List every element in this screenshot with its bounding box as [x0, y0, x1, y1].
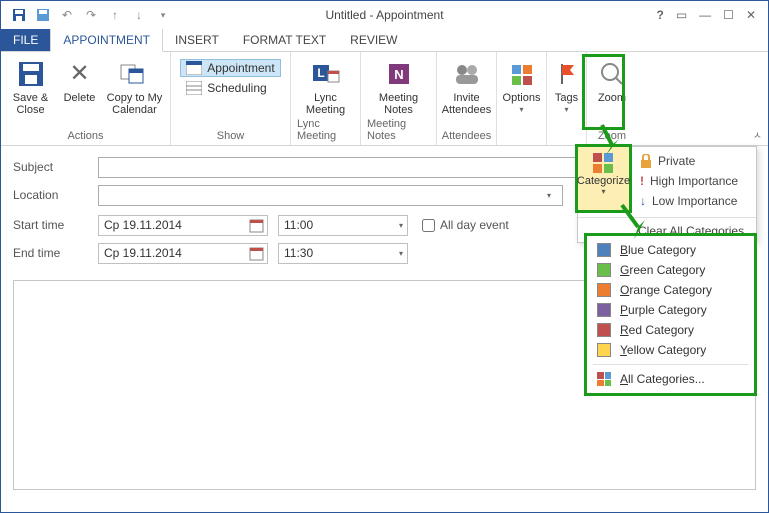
- group-lync: L Lync Meeting Lync Meeting: [291, 52, 361, 145]
- start-time-input[interactable]: 11:00 ▾: [278, 215, 408, 236]
- save-close-icon: [15, 58, 47, 90]
- lock-icon: [640, 154, 652, 168]
- chevron-down-icon[interactable]: ▾: [399, 221, 403, 230]
- group-label-zoom: Zoom: [598, 130, 626, 143]
- group-label-actions: Actions: [67, 130, 103, 143]
- redo-icon[interactable]: ↷: [83, 7, 99, 23]
- delete-button[interactable]: ✕ Delete: [60, 56, 100, 104]
- location-label: Location: [13, 188, 98, 202]
- appointment-icon: [186, 61, 202, 75]
- save-as-icon[interactable]: [35, 7, 51, 23]
- private-button[interactable]: Private: [640, 151, 754, 171]
- low-importance-button[interactable]: ↓ Low Importance: [640, 191, 754, 211]
- help-icon[interactable]: ?: [656, 8, 663, 22]
- attendees-icon: [451, 58, 483, 90]
- group-label-show: Show: [217, 130, 245, 143]
- next-icon[interactable]: ↓: [131, 7, 147, 23]
- category-orange[interactable]: Orange Category: [587, 280, 754, 300]
- zoom-button[interactable]: Zoom: [592, 56, 632, 104]
- group-attendees: Invite Attendees Attendees: [437, 52, 497, 145]
- save-icon[interactable]: [11, 7, 27, 23]
- calendar-icon[interactable]: [249, 246, 264, 261]
- chevron-down-icon[interactable]: ▾: [547, 191, 551, 200]
- lync-icon: L: [310, 58, 342, 90]
- zoom-icon: [596, 58, 628, 90]
- high-importance-icon: !: [640, 174, 644, 188]
- options-icon: [506, 58, 538, 90]
- end-date-input[interactable]: Cp 19.11.2014: [98, 243, 268, 264]
- all-categories-icon: [597, 372, 611, 386]
- tab-format-text[interactable]: FORMAT TEXT: [231, 29, 338, 51]
- delete-icon: ✕: [64, 58, 96, 90]
- undo-icon[interactable]: ↶: [59, 7, 75, 23]
- chevron-down-icon: ▾: [564, 104, 568, 116]
- group-label-attendees: Attendees: [442, 130, 492, 143]
- subject-label: Subject: [13, 160, 98, 174]
- group-options: Options ▾: [497, 52, 547, 145]
- onenote-icon: N: [383, 58, 415, 90]
- group-tags: Tags ▾: [547, 52, 587, 145]
- start-date-input[interactable]: Cp 19.11.2014: [98, 215, 268, 236]
- category-blue[interactable]: Blue Category: [587, 240, 754, 260]
- ribbon-options-icon[interactable]: ▭: [676, 8, 687, 22]
- svg-text:L: L: [317, 66, 324, 80]
- maximize-icon[interactable]: ☐: [723, 8, 734, 22]
- appointment-view-button[interactable]: Appointment: [180, 59, 280, 77]
- categorize-menu: Blue Category Green Category Orange Cate…: [584, 233, 757, 396]
- low-importance-icon: ↓: [640, 194, 646, 208]
- options-button[interactable]: Options ▾: [499, 56, 545, 116]
- flag-icon: [551, 58, 583, 90]
- group-actions: Save & Close ✕ Delete Copy to My Calenda…: [1, 52, 171, 145]
- all-day-checkbox[interactable]: All day event: [422, 218, 509, 232]
- copy-to-calendar-button[interactable]: Copy to My Calendar: [104, 56, 166, 116]
- ribbon-tabs: FILE APPOINTMENT INSERT FORMAT TEXT REVI…: [1, 29, 768, 52]
- categorize-button[interactable]: Categorize ▾: [575, 144, 632, 213]
- group-zoom: Zoom Zoom: [587, 52, 637, 145]
- start-time-label: Start time: [13, 218, 98, 232]
- minimize-icon[interactable]: —: [699, 8, 711, 22]
- category-purple[interactable]: Purple Category: [587, 300, 754, 320]
- save-close-button[interactable]: Save & Close: [6, 56, 56, 116]
- invite-attendees-button[interactable]: Invite Attendees: [442, 56, 492, 116]
- calendar-icon[interactable]: [249, 218, 264, 233]
- categorize-icon: [591, 151, 617, 175]
- category-green[interactable]: Green Category: [587, 260, 754, 280]
- group-label-notes: Meeting Notes: [367, 118, 430, 143]
- group-notes: N Meeting Notes Meeting Notes: [361, 52, 437, 145]
- tab-appointment[interactable]: APPOINTMENT: [50, 28, 163, 52]
- location-input[interactable]: [98, 185, 563, 206]
- meeting-notes-button[interactable]: N Meeting Notes: [369, 56, 429, 116]
- tags-dropdown-panel: Categorize ▾ Private ! High Importance ↓…: [577, 146, 757, 243]
- close-icon[interactable]: ✕: [746, 8, 756, 22]
- svg-text:N: N: [394, 67, 403, 82]
- tab-file[interactable]: FILE: [1, 29, 50, 51]
- quick-access-toolbar: ↶ ↷ ↑ ↓ ▾: [1, 7, 171, 23]
- window-controls: ? ▭ — ☐ ✕: [656, 8, 768, 22]
- tab-review[interactable]: REVIEW: [338, 29, 409, 51]
- qat-more-icon[interactable]: ▾: [155, 7, 171, 23]
- all-categories-button[interactable]: All Categories...: [587, 369, 754, 389]
- lync-meeting-button[interactable]: L Lync Meeting: [301, 56, 351, 116]
- category-yellow[interactable]: Yellow Category: [587, 340, 754, 360]
- tags-button[interactable]: Tags ▾: [550, 56, 584, 116]
- high-importance-button[interactable]: ! High Importance: [640, 171, 754, 191]
- collapse-ribbon-icon[interactable]: ㅅ: [753, 127, 762, 142]
- calendar-copy-icon: [119, 58, 151, 90]
- category-red[interactable]: Red Category: [587, 320, 754, 340]
- group-show: Appointment Scheduling Show: [171, 52, 291, 145]
- ribbon: Save & Close ✕ Delete Copy to My Calenda…: [1, 52, 768, 146]
- window-title: Untitled - Appointment: [325, 8, 443, 22]
- chevron-down-icon: ▾: [601, 187, 605, 196]
- end-time-label: End time: [13, 246, 98, 260]
- prev-icon[interactable]: ↑: [107, 7, 123, 23]
- subject-input[interactable]: [98, 157, 578, 178]
- scheduling-icon: [186, 81, 202, 95]
- title-bar: ↶ ↷ ↑ ↓ ▾ Untitled - Appointment ? ▭ — ☐…: [1, 1, 768, 29]
- group-label-lync: Lync Meeting: [297, 118, 354, 143]
- chevron-down-icon: ▾: [519, 104, 523, 116]
- end-time-input[interactable]: 11:30 ▾: [278, 243, 408, 264]
- chevron-down-icon[interactable]: ▾: [399, 249, 403, 258]
- scheduling-button[interactable]: Scheduling: [180, 79, 280, 97]
- tab-insert[interactable]: INSERT: [163, 29, 231, 51]
